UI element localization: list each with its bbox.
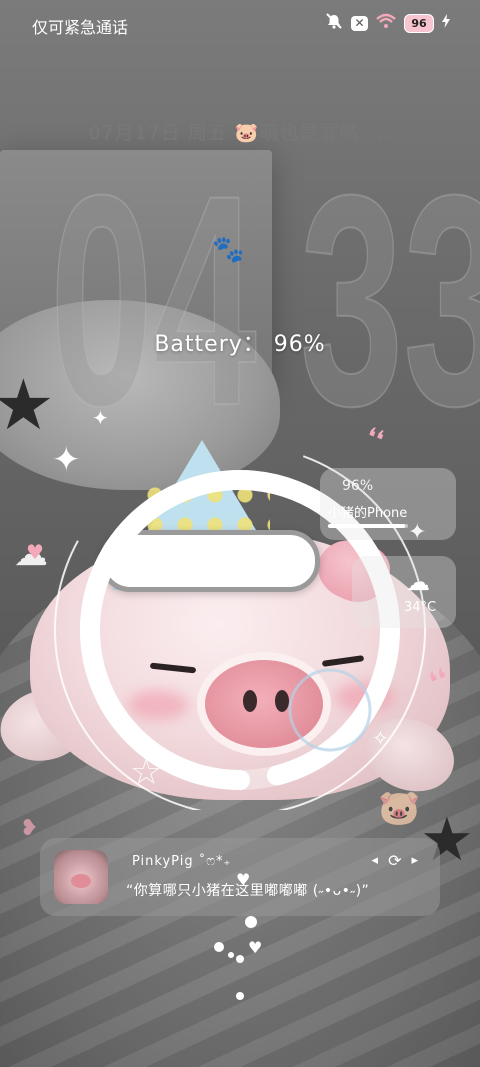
sparkle-icon: ✦ — [52, 440, 81, 480]
song-title: PinkyPig ˚ෆ*₊ — [132, 854, 232, 869]
weather-temperature: 34°C — [404, 600, 437, 615]
device-battery-bar-fill — [328, 524, 405, 528]
sparkle-icon: ✦ — [92, 406, 109, 430]
cloud-icon: ☁ — [406, 568, 430, 596]
star-outline-icon: ☆ — [130, 752, 163, 793]
device-battery-bar — [328, 524, 408, 528]
pig-sticker-icon: 🐷 — [378, 788, 421, 828]
battery-badge-icon: 96 — [404, 13, 434, 33]
device-name: 小猪的Phone — [328, 506, 408, 521]
previous-track-button[interactable]: ◂ — [372, 853, 379, 868]
status-bar: 仅可紧急通话 ✕ 96 — [0, 0, 480, 48]
heart-icon: ♥ — [26, 540, 44, 564]
weather-widget[interactable]: ☁ 34°C — [352, 556, 456, 628]
music-controls: ◂ ⟳ ▸ — [372, 851, 418, 870]
mute-icon — [325, 13, 343, 33]
next-track-button[interactable]: ▸ — [411, 853, 418, 868]
heart-icon: ♥ — [236, 870, 251, 889]
heart-icon: ♥ — [248, 938, 263, 957]
ribbon-icon: ❥ — [20, 816, 39, 841]
device-battery-widget[interactable]: 96% 小猪的Phone — [320, 468, 456, 540]
charging-icon — [442, 14, 450, 32]
bubble-dot — [228, 952, 234, 958]
x-icon: ✕ — [351, 15, 368, 31]
bubble-dot — [214, 942, 224, 952]
paw-icon: 🐾 — [212, 235, 245, 265]
bubble-dot — [236, 992, 244, 1000]
album-art[interactable] — [54, 850, 108, 904]
bubble-dot — [245, 916, 257, 928]
bubble-dot — [236, 955, 244, 963]
status-icons: ✕ 96 — [325, 13, 450, 33]
battery-label: Battery： — [154, 332, 266, 357]
battery-readout: Battery： 96% — [0, 326, 480, 358]
play-mode-button[interactable]: ⟳ — [388, 851, 401, 870]
album-pig-snout — [71, 874, 91, 888]
device-battery-percent: 96% — [342, 478, 374, 494]
battery-value: 96% — [273, 332, 326, 357]
wifi-icon — [376, 13, 396, 33]
sparkle-icon: ✧ — [372, 726, 389, 750]
carrier-text: 仅可紧急通话 — [32, 18, 129, 37]
